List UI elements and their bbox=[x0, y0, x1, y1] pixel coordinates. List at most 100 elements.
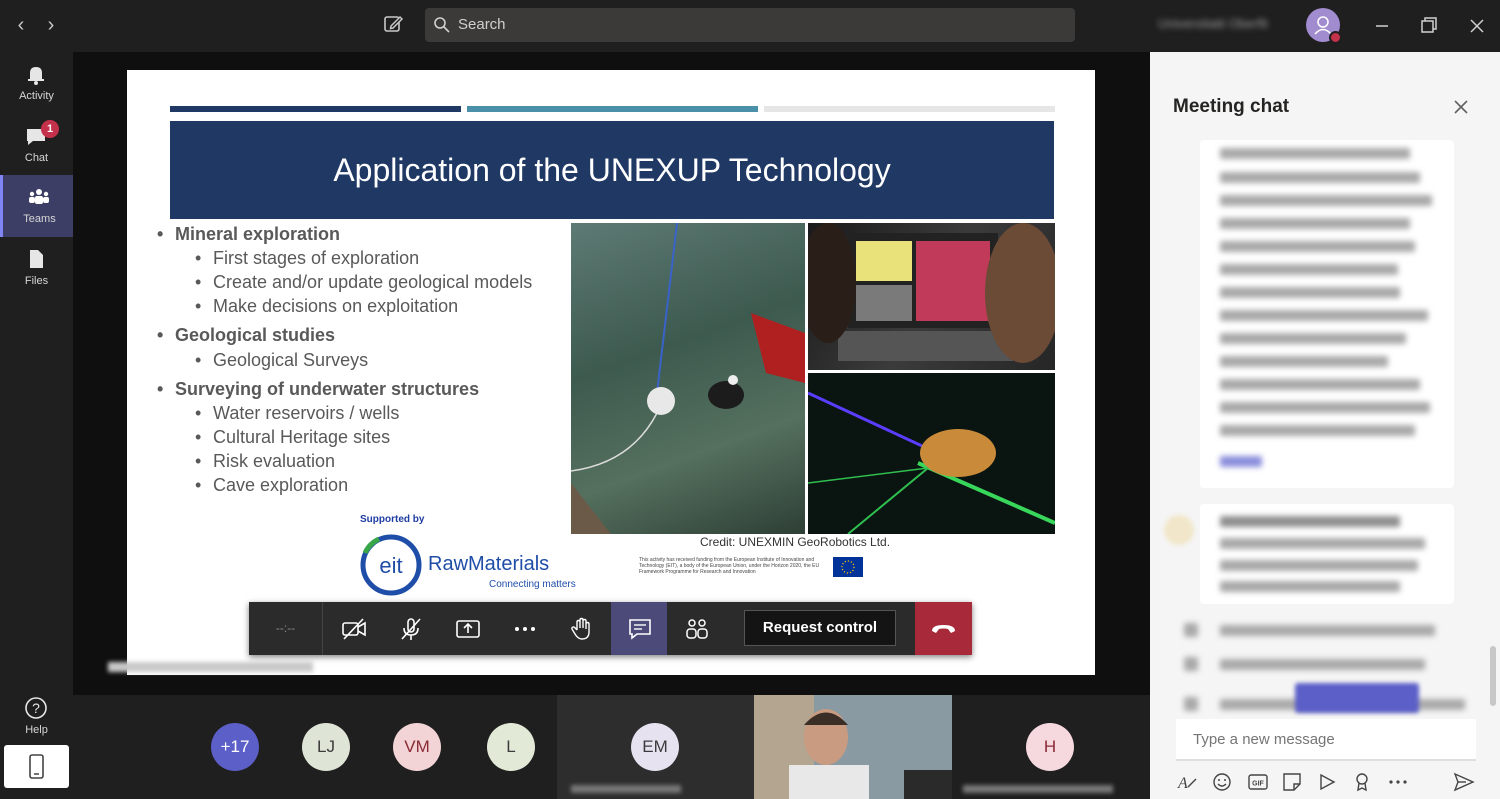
back-arrow-icon[interactable]: ‹ bbox=[10, 14, 32, 36]
emoji-icon[interactable] bbox=[1211, 771, 1233, 793]
hang-up-button[interactable] bbox=[915, 602, 972, 655]
org-name[interactable]: Universitatii Oberfit bbox=[1158, 16, 1268, 31]
status-busy-dot bbox=[1329, 31, 1342, 44]
participant-video-tile[interactable] bbox=[754, 695, 952, 799]
slide-bar-1 bbox=[170, 106, 461, 112]
slide-title: Application of the UNEXUP Technology bbox=[333, 152, 891, 188]
slide-subbullet: Cultural Heritage sites bbox=[195, 427, 390, 448]
message-input[interactable] bbox=[1176, 719, 1476, 759]
chat-scrollbar[interactable] bbox=[1490, 646, 1496, 706]
rail-item-help[interactable]: ? Help bbox=[0, 686, 73, 748]
system-event-text-blurred bbox=[1220, 625, 1435, 636]
rail-item-chat[interactable]: 1 Chat bbox=[0, 114, 73, 176]
close-window-icon[interactable] bbox=[1465, 14, 1489, 38]
restore-icon[interactable] bbox=[1417, 14, 1441, 38]
close-chat-icon[interactable] bbox=[1452, 98, 1470, 116]
show-conversation-button[interactable] bbox=[611, 602, 667, 655]
svg-text:?: ? bbox=[32, 700, 40, 716]
slide-bar-3 bbox=[764, 106, 1055, 112]
search-icon bbox=[434, 17, 450, 33]
slide-bullet: Geological studies bbox=[157, 325, 335, 346]
eu-funding-text: This activity has received funding from … bbox=[639, 557, 820, 575]
participant-tile[interactable]: EM bbox=[557, 695, 754, 799]
supported-by-label: Supported by bbox=[360, 514, 425, 525]
more-options-icon[interactable] bbox=[1387, 771, 1409, 793]
chat-message-blurred bbox=[1200, 504, 1454, 604]
praise-icon[interactable] bbox=[1351, 771, 1373, 793]
minimize-icon[interactable] bbox=[1370, 14, 1394, 38]
device-button[interactable] bbox=[4, 745, 69, 788]
show-participants-button[interactable] bbox=[668, 602, 724, 655]
blurred-footer bbox=[108, 662, 313, 672]
meeting-stage: Application of the UNEXUP Technology Min… bbox=[73, 52, 1150, 695]
request-control-button[interactable]: Request control bbox=[744, 610, 896, 646]
compose-icon[interactable] bbox=[382, 13, 406, 37]
meeting-controls: --:-- Request control bbox=[249, 602, 972, 655]
photo-laptop-analysis bbox=[808, 223, 1055, 370]
slide-subbullet: Make decisions on exploitation bbox=[195, 296, 458, 317]
eit-logo-text: eit bbox=[379, 553, 402, 578]
chat-icon bbox=[629, 619, 651, 640]
rail-label: Activity bbox=[19, 90, 54, 102]
slide-subbullet: Create and/or update geological models bbox=[195, 272, 532, 293]
raise-hand-button[interactable] bbox=[553, 602, 609, 655]
eu-flag-icon bbox=[833, 557, 863, 577]
forward-arrow-icon[interactable]: › bbox=[40, 14, 62, 36]
svg-text:GIF: GIF bbox=[1252, 781, 1264, 788]
camera-toggle[interactable] bbox=[325, 602, 381, 655]
send-icon[interactable] bbox=[1453, 771, 1475, 793]
rail-label: Help bbox=[25, 724, 48, 736]
system-event-icon-blurred bbox=[1184, 697, 1198, 711]
chat-panel-title: Meeting chat bbox=[1173, 96, 1290, 117]
chat-sender-avatar-blurred bbox=[1164, 515, 1194, 545]
camera-off-icon bbox=[342, 618, 366, 640]
participant-avatar: EM bbox=[631, 723, 679, 771]
system-event-icon-blurred bbox=[1184, 657, 1198, 671]
slide-subbullet: Geological Surveys bbox=[195, 350, 368, 371]
participant-avatar[interactable]: L bbox=[487, 723, 535, 771]
participant-avatar[interactable]: VM bbox=[393, 723, 441, 771]
rail-item-teams[interactable]: Teams bbox=[0, 175, 73, 237]
slide-subbullet: Cave exploration bbox=[195, 475, 348, 496]
gif-icon[interactable]: GIF bbox=[1247, 771, 1269, 793]
mic-toggle[interactable] bbox=[382, 602, 438, 655]
slide-bullet: Surveying of underwater structures bbox=[157, 379, 479, 400]
app-rail: Activity 1 Chat Teams Files ? Help bbox=[0, 52, 73, 799]
rail-label: Files bbox=[24, 275, 49, 287]
search-bar[interactable]: Search bbox=[425, 8, 1075, 42]
participant-avatar[interactable]: H bbox=[1026, 723, 1074, 771]
compose-box[interactable] bbox=[1176, 719, 1476, 761]
shared-slide: Application of the UNEXUP Technology Min… bbox=[127, 70, 1095, 675]
slide-subbullet: Risk evaluation bbox=[195, 451, 335, 472]
system-event-icon-blurred bbox=[1184, 623, 1198, 637]
sticker-icon[interactable] bbox=[1281, 771, 1303, 793]
system-event-text-blurred bbox=[1220, 659, 1425, 670]
participant-name-blurred bbox=[963, 785, 1113, 793]
bell-icon bbox=[28, 67, 44, 85]
title-bar: ‹ › Search Universitatii Oberfit bbox=[0, 0, 1500, 52]
brand-tagline: Connecting matters bbox=[489, 579, 576, 590]
participant-video bbox=[754, 695, 952, 799]
svg-text:A: A bbox=[1177, 775, 1188, 792]
participant-avatar[interactable]: LJ bbox=[302, 723, 350, 771]
more-actions-button[interactable] bbox=[496, 602, 552, 655]
participant-name-blurred bbox=[571, 785, 681, 793]
rail-label: Chat bbox=[24, 152, 49, 164]
format-icon[interactable]: A bbox=[1176, 771, 1198, 793]
photo-robot-lasers bbox=[808, 373, 1055, 534]
share-screen-button[interactable] bbox=[439, 602, 495, 655]
rail-item-files[interactable]: Files bbox=[0, 237, 73, 299]
overflow-participants-count[interactable]: +17 bbox=[211, 723, 259, 771]
chat-message-blurred bbox=[1200, 140, 1454, 488]
meet-now-icon[interactable] bbox=[1316, 771, 1338, 793]
photo-credit: Credit: UNEXMIN GeoRobotics Ltd. bbox=[700, 535, 891, 549]
help-icon: ? bbox=[25, 697, 47, 719]
new-messages-pill[interactable] bbox=[1295, 683, 1419, 713]
raise-hand-icon bbox=[571, 617, 590, 640]
user-avatar[interactable] bbox=[1306, 8, 1342, 44]
teams-window: ‹ › Search Universitatii Oberfit Activit… bbox=[0, 0, 1500, 799]
rail-item-activity[interactable]: Activity bbox=[0, 52, 73, 114]
chat-badge: 1 bbox=[41, 120, 59, 138]
meeting-timer: --:-- bbox=[249, 602, 323, 655]
photo-underwater-robot-deployment bbox=[571, 223, 805, 534]
